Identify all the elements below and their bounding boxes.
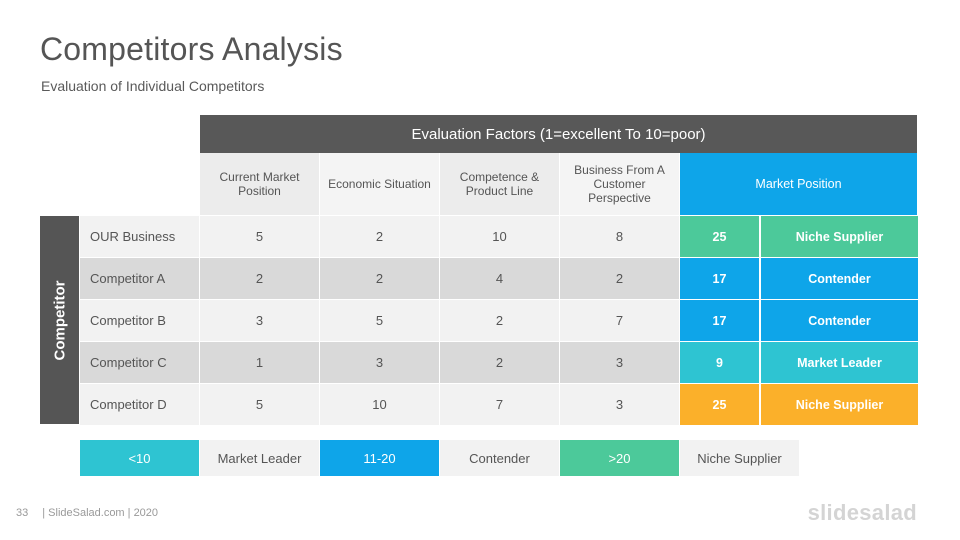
legend-range: <10 — [80, 440, 199, 476]
factor-score: 7 — [440, 384, 559, 425]
factor-score: 4 — [440, 258, 559, 299]
competitor-label-text: Competitor — [51, 280, 68, 360]
total-score: 17 — [680, 300, 759, 341]
factor-score: 3 — [320, 342, 439, 383]
competitor-name: Competitor B — [80, 300, 199, 341]
competitor-name: Competitor D — [80, 384, 199, 425]
table-row: OUR Business 5 2 10 8 25 Niche Supplier — [80, 216, 918, 257]
market-position-value: Market Leader — [761, 342, 918, 383]
footer: 33 | SlideSalad.com | 2020 — [16, 507, 158, 519]
factor-score: 5 — [200, 216, 319, 257]
total-score: 25 — [680, 384, 759, 425]
factor-score: 8 — [560, 216, 679, 257]
total-score: 17 — [680, 258, 759, 299]
factor-score: 3 — [200, 300, 319, 341]
factor-score: 3 — [560, 342, 679, 383]
page-title: Competitors Analysis — [40, 31, 343, 67]
factor-score: 1 — [200, 342, 319, 383]
factor-score: 5 — [200, 384, 319, 425]
legend-label: Niche Supplier — [680, 440, 799, 476]
factor-score: 10 — [440, 216, 559, 257]
factor-score: 5 — [320, 300, 439, 341]
factor-score: 2 — [560, 258, 679, 299]
legend-label: Market Leader — [200, 440, 319, 476]
footer-text: | SlideSalad.com | 2020 — [42, 507, 159, 519]
table-row: Competitor B 3 5 2 7 17 Contender — [80, 300, 918, 341]
total-score: 9 — [680, 342, 759, 383]
factor-score: 2 — [440, 342, 559, 383]
factor-score: 7 — [560, 300, 679, 341]
market-position-header: Market Position — [680, 153, 917, 215]
column-header-market-position: Current Market Position — [200, 153, 319, 215]
competitor-name: Competitor C — [80, 342, 199, 383]
total-score: 25 — [680, 216, 759, 257]
market-position-value: Contender — [761, 258, 918, 299]
page-number: 33 — [16, 507, 29, 519]
table-row: Competitor A 2 2 4 2 17 Contender — [80, 258, 918, 299]
evaluation-factors-header: Evaluation Factors (1=excellent To 10=po… — [200, 115, 917, 153]
factor-score: 2 — [320, 258, 439, 299]
table-row: Competitor D 5 10 7 3 25 Niche Supplier — [80, 384, 918, 425]
column-header-economic-situation: Economic Situation — [320, 153, 439, 215]
column-header-competence: Competence & Product Line — [440, 153, 559, 215]
market-position-value: Niche Supplier — [761, 216, 918, 257]
factor-score: 2 — [200, 258, 319, 299]
column-header-customer-perspective: Business From A Customer Perspective — [560, 153, 679, 215]
page-subtitle: Evaluation of Individual Competitors — [41, 78, 265, 94]
factor-score: 2 — [440, 300, 559, 341]
factor-score: 10 — [320, 384, 439, 425]
competitor-name: Competitor A — [80, 258, 199, 299]
competitor-row-label: Competitor — [40, 216, 79, 424]
table-row: Competitor C 1 3 2 3 9 Market Leader — [80, 342, 918, 383]
market-position-value: Contender — [761, 300, 918, 341]
legend-label: Contender — [440, 440, 559, 476]
market-position-value: Niche Supplier — [761, 384, 918, 425]
factor-score: 3 — [560, 384, 679, 425]
factor-score: 2 — [320, 216, 439, 257]
competitor-name: OUR Business — [80, 216, 199, 257]
legend-range: >20 — [560, 440, 679, 476]
brand-logo: slidesalad — [807, 500, 917, 525]
legend-range: 11-20 — [320, 440, 439, 476]
